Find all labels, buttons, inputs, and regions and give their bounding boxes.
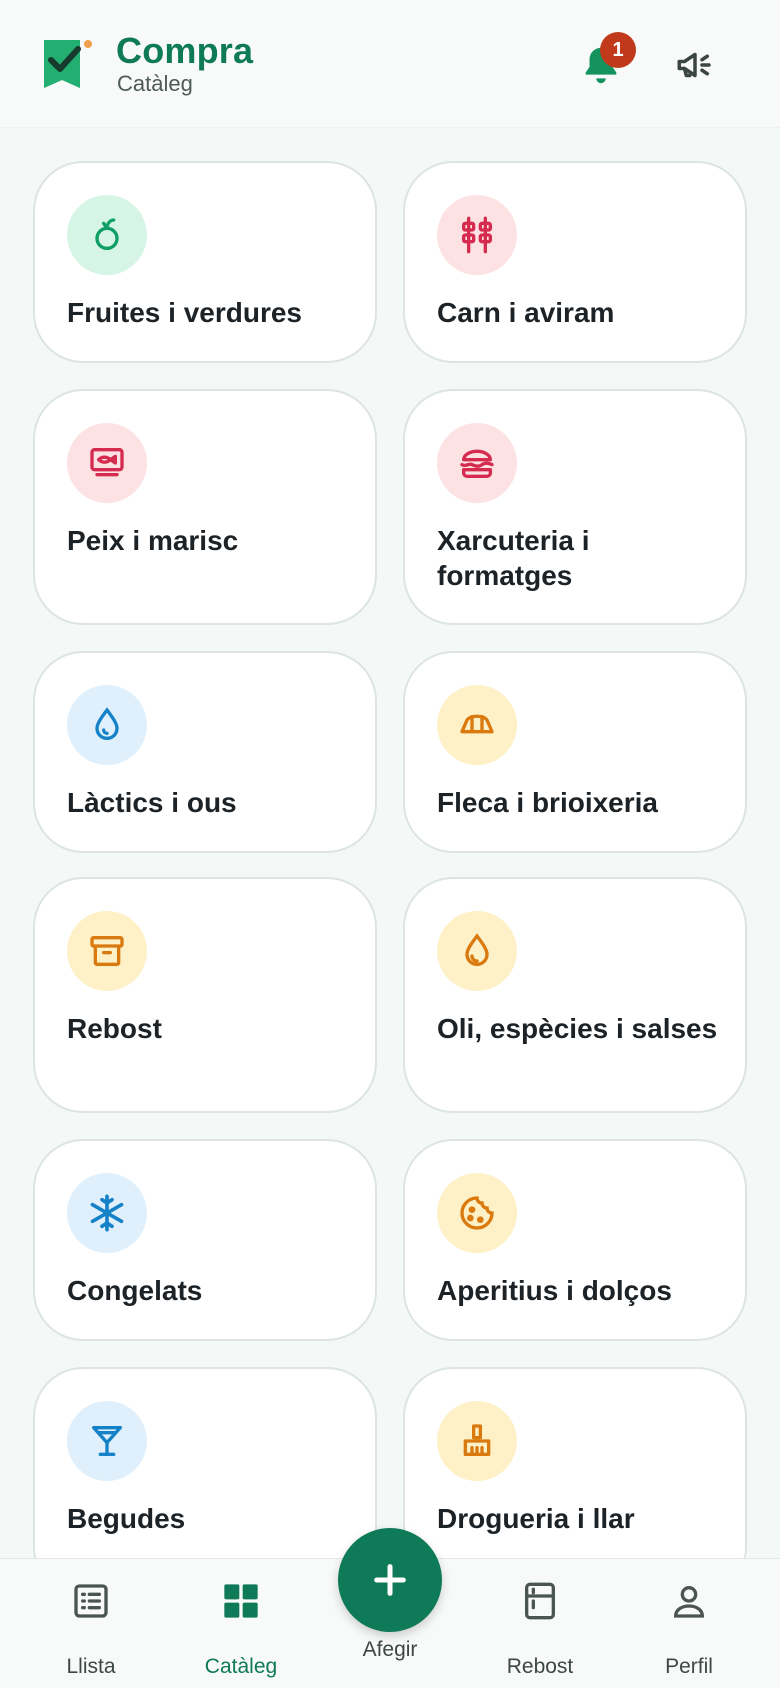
add-item-label: Afegir: [362, 1638, 418, 1661]
apple-icon: [95, 218, 119, 250]
app-header: Compra Catàleg 1: [0, 0, 780, 128]
category-icon-badge: [437, 423, 517, 503]
nav-tab-list[interactable]: Llista: [26, 1559, 156, 1688]
category-icon-badge: [67, 685, 147, 765]
category-label: Fruites i verdures: [67, 297, 302, 328]
category-label: Congelats: [67, 1275, 203, 1306]
nav-label: Catàleg: [204, 1655, 278, 1678]
category-icon-badge: [67, 911, 147, 991]
brush-icon: [463, 1424, 491, 1456]
egg-drop-icon: [95, 707, 119, 740]
app-screen: Compra Catàleg 1 Fruites i verdures Carn…: [0, 0, 780, 1688]
category-card-meat[interactable]: Carn i aviram: [403, 161, 747, 363]
nav-label: Llista: [66, 1655, 116, 1678]
category-label: Carn i aviram: [437, 297, 615, 328]
meat-skewer-icon: [462, 216, 492, 254]
category-icon-badge: [67, 423, 147, 503]
oil-drop-icon: [465, 933, 489, 966]
category-label: Begudes: [67, 1503, 186, 1534]
category-label: Xarcuteria i formatges: [437, 525, 590, 591]
category-icon-badge: [437, 1173, 517, 1253]
category-label: Oli, espècies i salses: [437, 1013, 718, 1044]
category-label: Peix i marisc: [67, 525, 239, 556]
category-label: Aperitius i dolços: [437, 1275, 672, 1306]
nav-label: Perfil: [665, 1655, 713, 1678]
category-label: Drogueria i llar: [437, 1503, 635, 1534]
cocktail-icon: [92, 1426, 123, 1456]
fish-icon: [90, 448, 124, 477]
list-icon: [74, 1584, 108, 1618]
notification-count-badge: 1: [600, 32, 636, 68]
category-icon-badge: [67, 195, 147, 275]
fridge-icon: [525, 1582, 555, 1620]
nav-tab-profile[interactable]: Perfil: [624, 1559, 754, 1688]
category-icon-badge: [437, 911, 517, 991]
category-label: Làctics i ous: [67, 787, 237, 818]
category-card-bakery[interactable]: Fleca i brioixeria: [403, 651, 747, 853]
category-card-frozen[interactable]: Congelats: [33, 1139, 377, 1341]
category-label: Rebost: [67, 1013, 162, 1044]
cookie-icon: [460, 1196, 494, 1230]
category-icon-badge: [437, 1401, 517, 1481]
grid-icon: [224, 1584, 258, 1618]
snowflake-icon: [90, 1194, 124, 1232]
category-card-oils[interactable]: Oli, espècies i salses: [403, 877, 747, 1113]
add-item-button[interactable]: [338, 1528, 442, 1632]
category-card-fruits[interactable]: Fruites i verdures: [33, 161, 377, 363]
nav-label: Rebost: [506, 1655, 574, 1678]
plus-icon: [374, 1564, 406, 1596]
announcements-megaphone-icon[interactable]: [672, 44, 718, 86]
app-logo-icon: [44, 40, 92, 88]
nav-tab-pantry[interactable]: Rebost: [475, 1559, 605, 1688]
category-card-snacks[interactable]: Aperitius i dolços: [403, 1139, 747, 1341]
category-card-deli[interactable]: Xarcuteria i formatges: [403, 389, 747, 625]
nav-tab-catalog[interactable]: Catàleg: [176, 1559, 306, 1688]
archive-box-icon: [90, 936, 124, 966]
croissant-icon: [460, 714, 494, 734]
category-icon-badge: [67, 1173, 147, 1253]
category-icon-badge: [437, 195, 517, 275]
category-card-pantry[interactable]: Rebost: [33, 877, 377, 1113]
category-card-dairy[interactable]: Làctics i ous: [33, 651, 377, 853]
sandwich-icon: [460, 449, 494, 478]
user-icon: [673, 1586, 705, 1618]
category-icon-badge: [437, 685, 517, 765]
screen-subtitle: Catàleg: [117, 71, 193, 96]
category-card-fish[interactable]: Peix i marisc: [33, 389, 377, 625]
category-icon-badge: [67, 1401, 147, 1481]
category-label: Fleca i brioixeria: [437, 787, 658, 818]
app-title: Compra: [116, 30, 254, 71]
